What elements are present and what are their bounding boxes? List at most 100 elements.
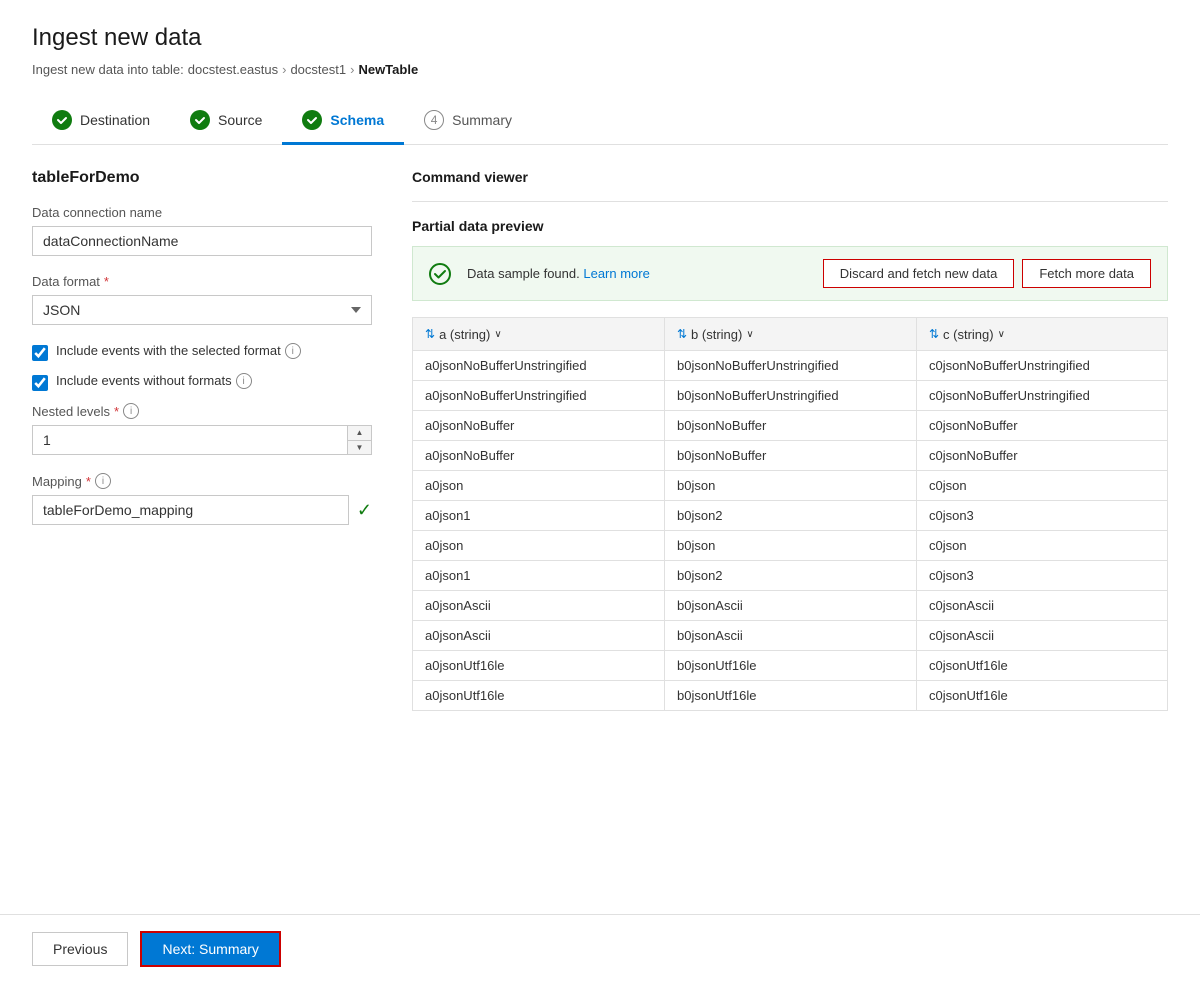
tab-destination[interactable]: Destination xyxy=(32,98,170,145)
tab-schema[interactable]: Schema xyxy=(282,98,404,145)
cell-b: b0jsonAscii xyxy=(664,590,916,620)
nested-levels-label: Nested levels * i xyxy=(32,403,372,419)
cell-a: a0jsonAscii xyxy=(413,590,665,620)
cell-c: c0json3 xyxy=(916,500,1167,530)
table-row: a0jsonNoBufferUnstringifiedb0jsonNoBuffe… xyxy=(413,350,1168,380)
include-selected-format-group: Include events with the selected format … xyxy=(32,343,372,391)
cell-a: a0json xyxy=(413,470,665,500)
table-header: ⇅ a (string) ∨ ⇅ b (string) ∨ xyxy=(413,318,1168,351)
cell-c: c0jsonUtf16le xyxy=(916,650,1167,680)
cell-b: b0jsonNoBuffer xyxy=(664,440,916,470)
mapping-label: Mapping * i xyxy=(32,473,372,489)
cell-a: a0jsonUtf16le xyxy=(413,680,665,710)
col-c-sort: ⇅ c (string) ∨ xyxy=(929,327,1005,342)
data-format-required: * xyxy=(104,274,109,289)
breadcrumb-prefix: Ingest new data into table: xyxy=(32,62,184,77)
spinner-up-button[interactable]: ▲ xyxy=(348,426,371,441)
left-panel: tableForDemo Data connection name Data f… xyxy=(32,169,372,711)
table-row: a0jsonNoBufferb0jsonNoBufferc0jsonNoBuff… xyxy=(413,440,1168,470)
data-format-select[interactable]: JSON CSV TSV Parquet xyxy=(32,295,372,325)
learn-more-link[interactable]: Learn more xyxy=(583,266,649,281)
table-section-title: tableForDemo xyxy=(32,169,372,187)
mapping-row: ✓ xyxy=(32,495,372,525)
mapping-info-icon[interactable]: i xyxy=(95,473,111,489)
cell-c: c0jsonAscii xyxy=(916,590,1167,620)
tab-source[interactable]: Source xyxy=(170,98,282,145)
command-viewer-divider xyxy=(412,201,1168,202)
right-panel: Command viewer Partial data preview Data… xyxy=(412,169,1168,711)
cell-a: a0json1 xyxy=(413,560,665,590)
schema-check-icon xyxy=(302,110,322,130)
cell-b: b0json2 xyxy=(664,500,916,530)
col-b-sort: ⇅ b (string) ∨ xyxy=(677,327,754,342)
cell-b: b0json xyxy=(664,470,916,500)
cell-a: a0jsonNoBuffer xyxy=(413,410,665,440)
fetch-more-button[interactable]: Fetch more data xyxy=(1022,259,1151,288)
nested-levels-required: * xyxy=(114,404,119,419)
col-b-header[interactable]: ⇅ b (string) ∨ xyxy=(664,318,916,351)
main-content: tableForDemo Data connection name Data f… xyxy=(32,169,1168,711)
table-row: a0json1b0json2c0json3 xyxy=(413,560,1168,590)
sample-text: Data sample found. Learn more xyxy=(467,266,807,281)
nested-levels-group: Nested levels * i ▲ ▼ xyxy=(32,403,372,455)
tab-schema-label: Schema xyxy=(330,112,384,128)
action-buttons: Discard and fetch new data Fetch more da… xyxy=(823,259,1151,288)
include-without-formats-row: Include events without formats i xyxy=(32,373,372,391)
cell-a: a0jsonNoBufferUnstringified xyxy=(413,350,665,380)
command-viewer-label: Command viewer xyxy=(412,169,1168,185)
cell-b: b0jsonUtf16le xyxy=(664,680,916,710)
nested-levels-input[interactable] xyxy=(32,425,372,455)
data-format-label: Data format * xyxy=(32,274,372,289)
data-table: ⇅ a (string) ∨ ⇅ b (string) ∨ xyxy=(412,317,1168,711)
col-c-header[interactable]: ⇅ c (string) ∨ xyxy=(916,318,1167,351)
breadcrumb-table: NewTable xyxy=(358,62,418,77)
data-sample-bar: Data sample found. Learn more Discard an… xyxy=(412,246,1168,301)
include-without-formats-label: Include events without formats i xyxy=(56,373,252,389)
spinner-down-button[interactable]: ▼ xyxy=(348,441,371,455)
col-a-header[interactable]: ⇅ a (string) ∨ xyxy=(413,318,665,351)
cell-c: c0jsonNoBufferUnstringified xyxy=(916,380,1167,410)
number-spinners: ▲ ▼ xyxy=(347,426,371,454)
col-a-chevron-icon: ∨ xyxy=(494,329,501,340)
table-row: a0jsonAsciib0jsonAsciic0jsonAscii xyxy=(413,590,1168,620)
next-summary-button[interactable]: Next: Summary xyxy=(140,931,280,967)
page-container: Ingest new data Ingest new data into tab… xyxy=(0,0,1200,735)
cell-c: c0json xyxy=(916,530,1167,560)
include-without-formats-checkbox[interactable] xyxy=(32,375,48,391)
include-selected-format-checkbox[interactable] xyxy=(32,345,48,361)
mapping-input[interactable] xyxy=(32,495,349,525)
sample-check-icon xyxy=(429,263,451,285)
page-title: Ingest new data xyxy=(32,24,1168,52)
include-without-formats-info-icon[interactable]: i xyxy=(236,373,252,389)
cell-b: b0jsonNoBuffer xyxy=(664,410,916,440)
nested-levels-info-icon[interactable]: i xyxy=(123,403,139,419)
col-a-sort: ⇅ a (string) ∨ xyxy=(425,327,502,342)
nested-levels-wrapper: ▲ ▼ xyxy=(32,425,372,455)
cell-b: b0jsonUtf16le xyxy=(664,650,916,680)
wizard-tabs: Destination Source Schema 4 Summary xyxy=(32,97,1168,145)
table-body: a0jsonNoBufferUnstringifiedb0jsonNoBuffe… xyxy=(413,350,1168,710)
cell-c: c0jsonNoBufferUnstringified xyxy=(916,350,1167,380)
col-b-sort-icon: ⇅ xyxy=(677,327,687,341)
include-selected-format-row: Include events with the selected format … xyxy=(32,343,372,361)
discard-fetch-button[interactable]: Discard and fetch new data xyxy=(823,259,1015,288)
table-row: a0jsonNoBufferb0jsonNoBufferc0jsonNoBuff… xyxy=(413,410,1168,440)
footer: Previous Next: Summary xyxy=(0,914,1200,983)
previous-button[interactable]: Previous xyxy=(32,932,128,966)
cell-a: a0jsonNoBufferUnstringified xyxy=(413,380,665,410)
table-row: a0jsonNoBufferUnstringifiedb0jsonNoBuffe… xyxy=(413,380,1168,410)
tab-destination-label: Destination xyxy=(80,112,150,128)
source-check-icon xyxy=(190,110,210,130)
cell-b: b0json xyxy=(664,530,916,560)
tab-summary[interactable]: 4 Summary xyxy=(404,98,532,145)
include-selected-format-info-icon[interactable]: i xyxy=(285,343,301,359)
table-row: a0jsonUtf16leb0jsonUtf16lec0jsonUtf16le xyxy=(413,650,1168,680)
col-c-sort-icon: ⇅ xyxy=(929,327,939,341)
include-selected-format-label: Include events with the selected format … xyxy=(56,343,301,359)
cell-c: c0jsonNoBuffer xyxy=(916,440,1167,470)
breadcrumb-sep2: › xyxy=(350,62,354,77)
data-format-group: Data format * JSON CSV TSV Parquet xyxy=(32,274,372,325)
data-connection-name-input[interactable] xyxy=(32,226,372,256)
cell-c: c0json xyxy=(916,470,1167,500)
mapping-group: Mapping * i ✓ xyxy=(32,473,372,525)
